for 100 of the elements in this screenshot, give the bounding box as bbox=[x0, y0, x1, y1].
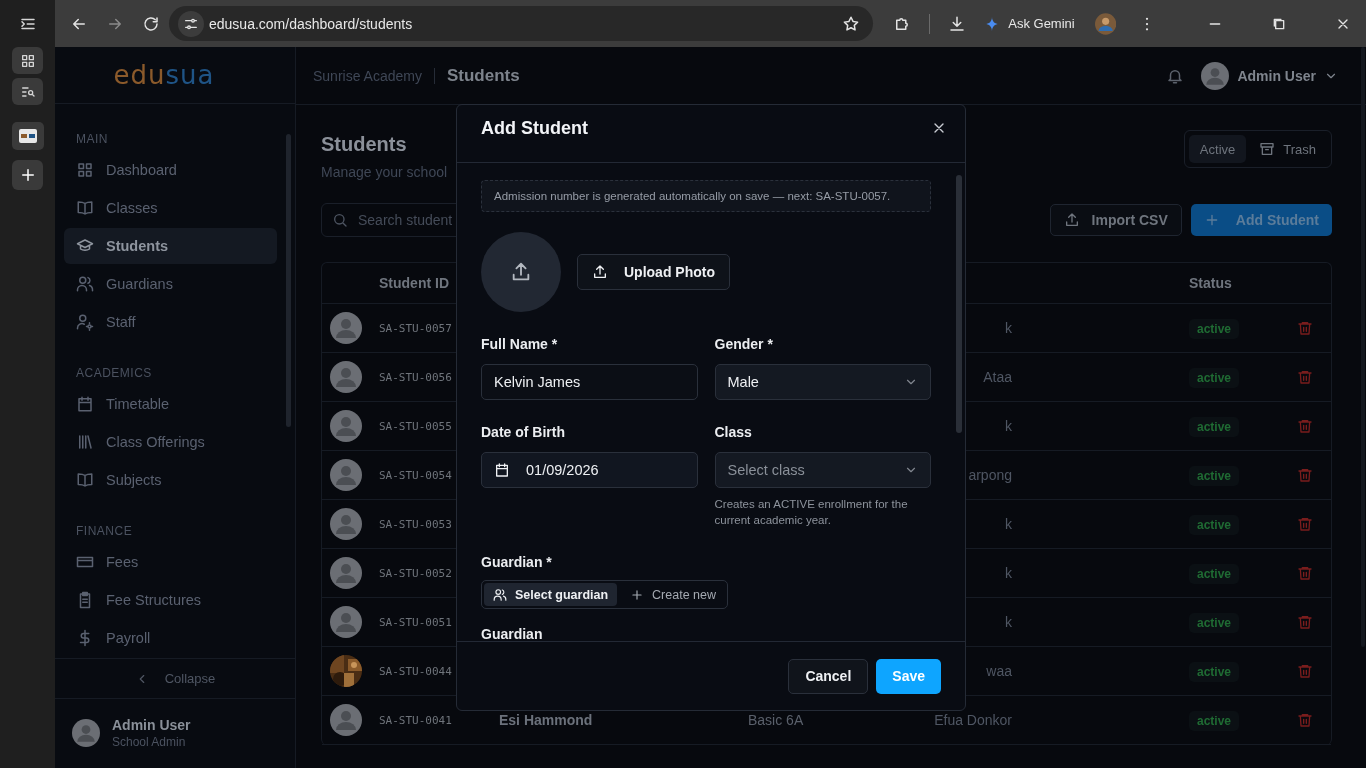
person-gear-icon bbox=[76, 313, 94, 332]
student-id: SA-STU-0054 bbox=[379, 468, 453, 482]
upload-icon bbox=[1063, 212, 1080, 228]
student-id: SA-STU-0056 bbox=[379, 370, 453, 384]
field-label: Gender * bbox=[714, 336, 774, 352]
section-heading: MAIN bbox=[75, 131, 109, 149]
nav-item[interactable]: Payroll bbox=[64, 620, 277, 657]
section-heading: FINANCE bbox=[75, 523, 134, 541]
guardian-mode-tab[interactable]: Create new bbox=[621, 583, 726, 606]
student-id: SA-STU-0052 bbox=[379, 566, 453, 580]
site-favicon-icon[interactable] bbox=[11, 122, 44, 150]
student-id: SA-STU-0044 bbox=[379, 664, 453, 678]
field-label: Date of Birth bbox=[481, 424, 566, 440]
books-icon bbox=[76, 433, 94, 452]
people-icon bbox=[493, 587, 507, 602]
field-label: Guardian * bbox=[481, 554, 553, 570]
ask-gemini-button[interactable]: Ask Gemini bbox=[984, 15, 1085, 32]
upload-photo-button[interactable]: Upload Photo bbox=[577, 254, 730, 290]
download-icon[interactable] bbox=[948, 14, 967, 33]
guardian-name: Efua Donkor bbox=[934, 712, 1012, 728]
profile-avatar-icon[interactable] bbox=[1094, 12, 1116, 35]
column-header: Student ID bbox=[379, 275, 450, 291]
save-button[interactable]: Save bbox=[876, 658, 941, 694]
user-role: School Admin bbox=[112, 735, 187, 750]
avatar-icon bbox=[330, 606, 362, 638]
archive-box-icon bbox=[1259, 141, 1276, 157]
view-tab[interactable]: Trash bbox=[1248, 135, 1327, 163]
people-icon bbox=[76, 275, 94, 294]
avatar-icon bbox=[330, 361, 362, 393]
nav-item[interactable]: Staff bbox=[64, 304, 277, 341]
upload-icon bbox=[510, 261, 532, 283]
guardian-name: k bbox=[1005, 516, 1012, 532]
student-id: SA-STU-0057 bbox=[379, 321, 453, 335]
guardian-name: k bbox=[1005, 418, 1012, 434]
nav-item[interactable]: Subjects bbox=[64, 462, 277, 499]
nav-item[interactable]: Classes bbox=[64, 190, 277, 227]
page-heading: Students bbox=[446, 65, 520, 86]
user-avatar-icon bbox=[72, 719, 100, 748]
nav-item[interactable]: Fee Structures bbox=[64, 582, 277, 619]
upload-icon bbox=[592, 264, 608, 280]
section-heading: ACADEMICS bbox=[75, 365, 153, 383]
select-field[interactable]: Male bbox=[714, 364, 931, 400]
new-tab-button[interactable] bbox=[12, 160, 43, 190]
field-label: Class bbox=[714, 424, 753, 440]
help-text: Creates an ACTIVE enrollment for the current academic year. bbox=[714, 497, 909, 528]
student-name: Esi Hammond bbox=[499, 712, 593, 728]
avatar-icon bbox=[330, 459, 362, 491]
site-settings-icon[interactable] bbox=[178, 10, 204, 37]
reload-icon[interactable] bbox=[142, 14, 160, 33]
scrollbar[interactable] bbox=[286, 134, 291, 428]
plus-icon bbox=[630, 587, 645, 602]
status-badge: active bbox=[1189, 319, 1240, 339]
dialog-title: Add Student bbox=[481, 118, 588, 139]
collapse-button[interactable]: Collapse bbox=[55, 658, 295, 699]
search-icon bbox=[332, 212, 348, 228]
status-badge: active bbox=[1189, 368, 1240, 388]
field-label: Guardian bbox=[481, 626, 544, 641]
page-title: Students bbox=[321, 133, 408, 156]
guardian-mode-tab[interactable]: Select guardian bbox=[484, 583, 618, 606]
school-name: Sunrise Academy bbox=[313, 67, 422, 84]
user-name: Admin User bbox=[112, 717, 191, 734]
user-menu[interactable]: Admin User bbox=[1201, 61, 1338, 90]
date-field[interactable]: 01/09/2026 bbox=[481, 452, 698, 488]
address-bar[interactable]: edusua.com/dashboard/students bbox=[169, 6, 874, 41]
avatar-icon bbox=[330, 312, 362, 344]
book-icon bbox=[76, 471, 94, 490]
grid-icon bbox=[19, 52, 36, 69]
select-field[interactable]: Select class bbox=[714, 452, 931, 488]
nav-item[interactable]: Guardians bbox=[64, 266, 277, 303]
column-header: Status bbox=[1188, 275, 1232, 291]
class-name: Basic 6A bbox=[748, 712, 804, 728]
guardian-name: k bbox=[1005, 565, 1012, 581]
guardian-name: k bbox=[1005, 320, 1012, 336]
nav-item[interactable]: Students bbox=[64, 228, 277, 265]
bookmark-star-icon[interactable] bbox=[842, 14, 861, 33]
guardian-name: k bbox=[1005, 614, 1012, 630]
tab-groups-button[interactable] bbox=[12, 47, 43, 74]
scrollbar[interactable] bbox=[956, 175, 962, 433]
book-icon bbox=[76, 199, 94, 218]
import-csv-button[interactable]: Import CSV bbox=[1049, 204, 1182, 236]
calendar-icon bbox=[494, 462, 510, 478]
avatar-icon bbox=[330, 508, 362, 540]
logo: edusua bbox=[113, 60, 215, 91]
text-input[interactable]: Kelvin James bbox=[481, 364, 698, 400]
avatar-icon bbox=[1201, 61, 1230, 90]
status-badge: active bbox=[1189, 417, 1240, 437]
avatar-icon bbox=[330, 557, 362, 589]
nav-item[interactable]: Fees bbox=[64, 544, 277, 581]
guardian-name: waa bbox=[986, 663, 1012, 679]
view-tab[interactable]: Active bbox=[1188, 135, 1247, 163]
status-badge: active bbox=[1189, 564, 1240, 584]
status-badge: active bbox=[1189, 662, 1240, 682]
nav-item[interactable]: Dashboard bbox=[64, 152, 277, 189]
tab-search-button[interactable] bbox=[12, 78, 43, 105]
cancel-button[interactable]: Cancel bbox=[788, 658, 869, 694]
nav-item[interactable]: Timetable bbox=[64, 386, 277, 423]
calendar-icon bbox=[76, 395, 94, 414]
nav-item[interactable]: Class Offerings bbox=[64, 424, 277, 461]
avatar-icon bbox=[330, 704, 362, 736]
status-badge: active bbox=[1189, 613, 1240, 633]
